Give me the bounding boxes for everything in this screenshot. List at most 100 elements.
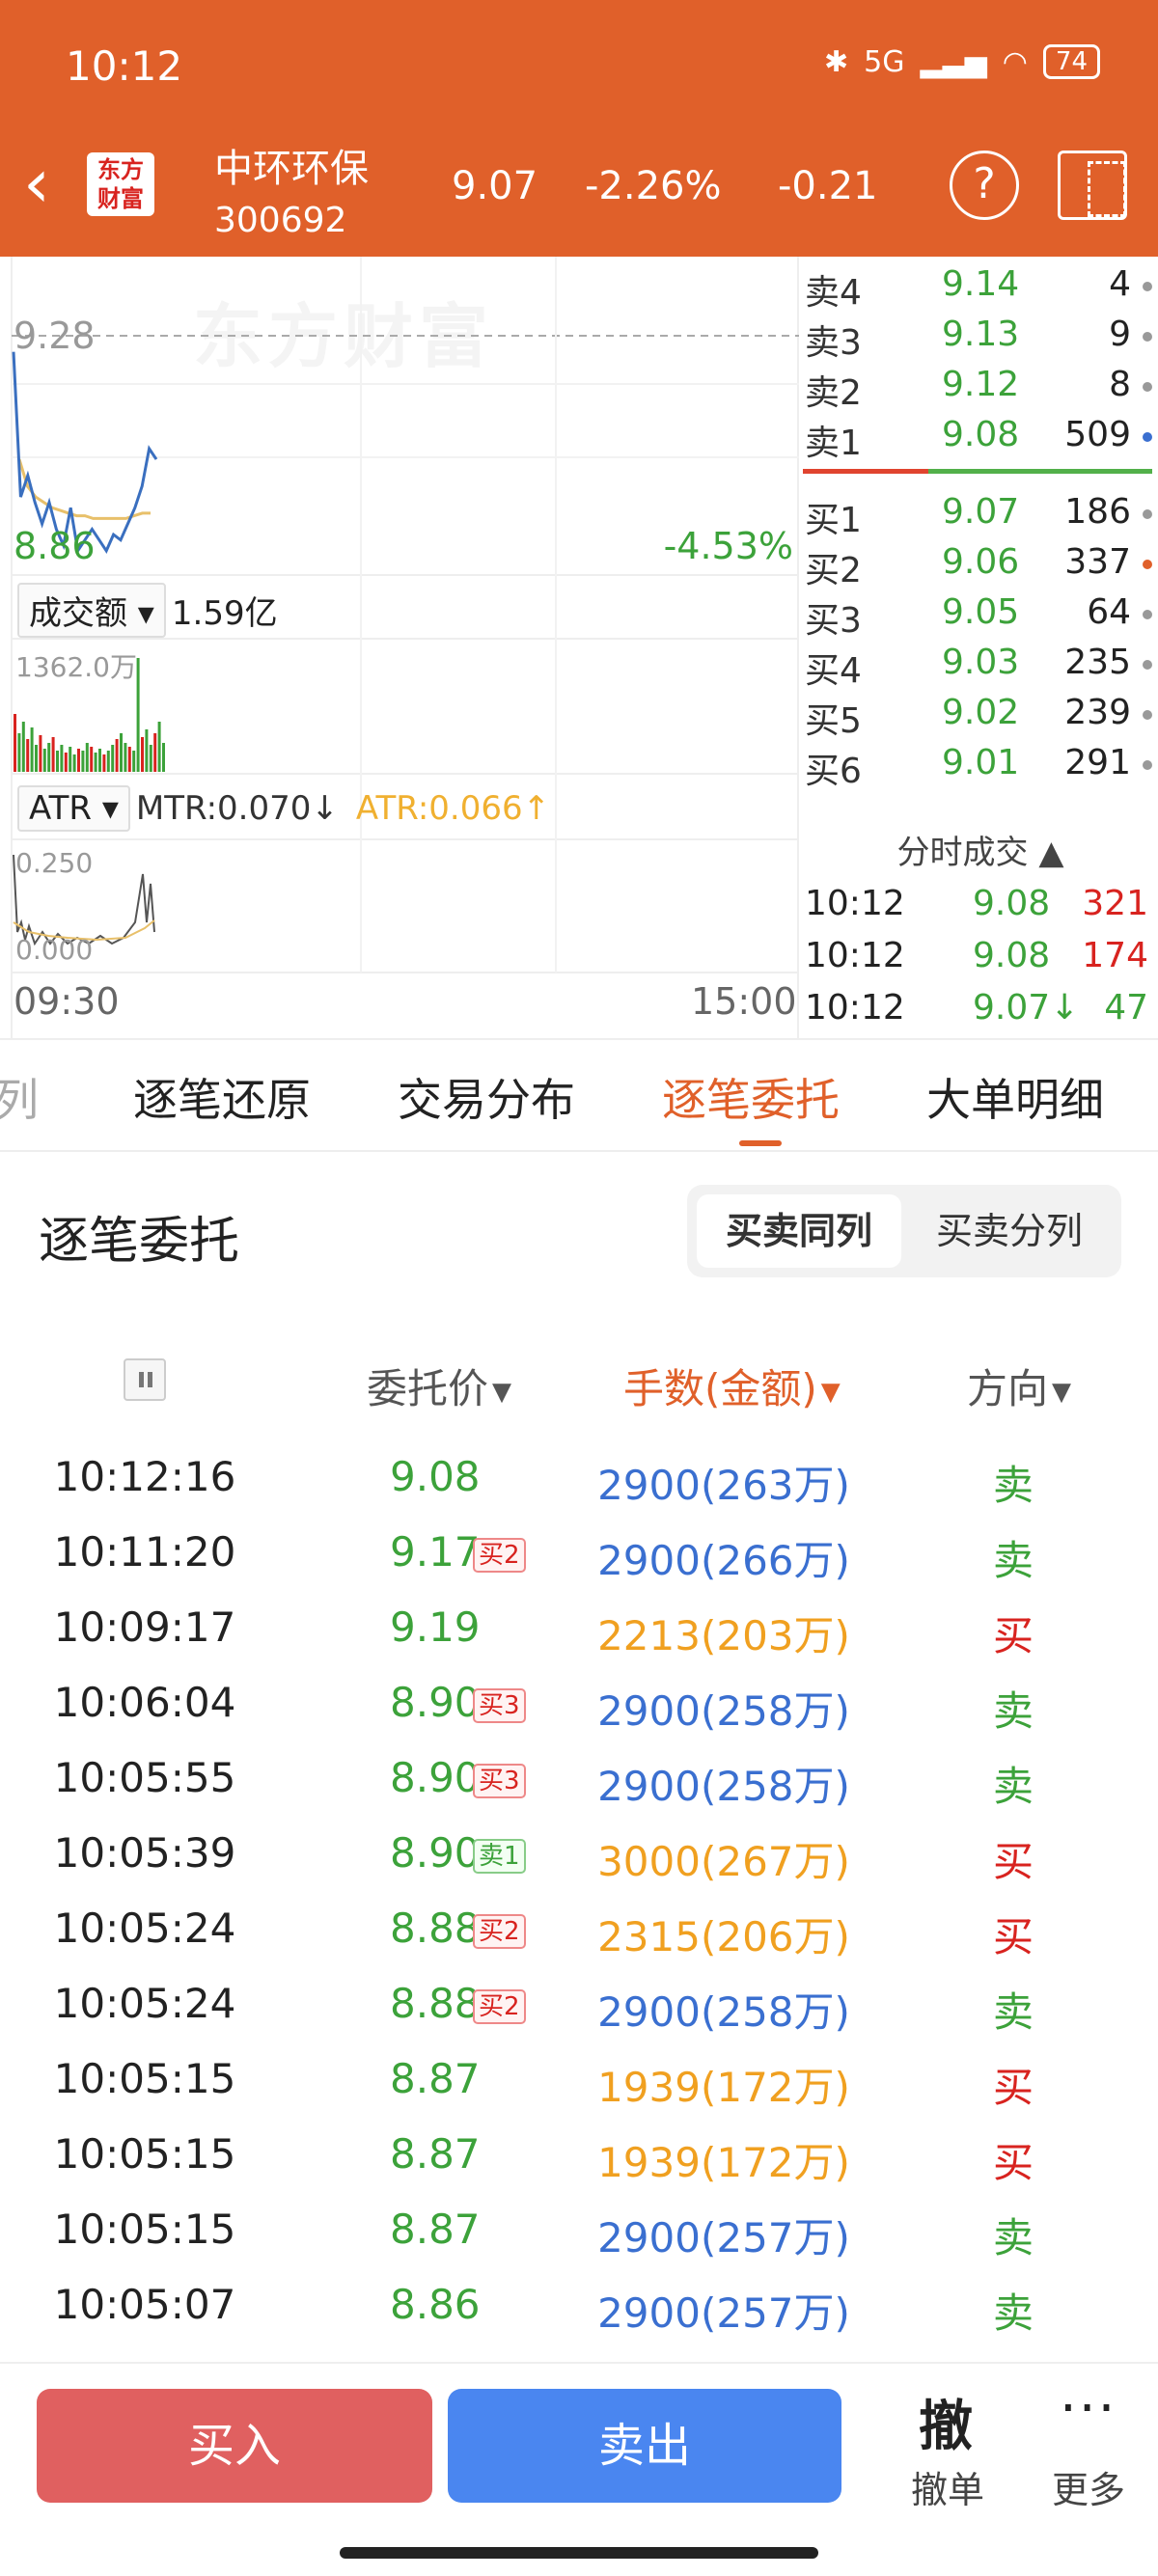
help-icon[interactable]: ?: [950, 151, 1019, 220]
order-row[interactable]: 10:05:24 8.88 买2 2900(258万) 卖: [0, 1980, 1158, 2055]
level-tag: 买2: [473, 1914, 526, 1949]
active-tab-indicator: [739, 1140, 782, 1146]
order-row[interactable]: 10:12:16 9.08 2900(263万) 卖: [0, 1453, 1158, 1528]
ask-marker: [1143, 332, 1152, 342]
order-row[interactable]: 10:05:39 8.90 卖1 3000(267万) 买: [0, 1829, 1158, 1905]
order-time: 10:05:15: [53, 2206, 236, 2253]
bid-label: 买6: [805, 752, 862, 791]
order-time: 10:06:04: [53, 1679, 236, 1726]
order-amount: 2900(266万): [597, 1537, 850, 1584]
order-amount: 2900(263万): [597, 1462, 850, 1509]
order-row[interactable]: 10:05:15 8.87 2900(257万) 卖: [0, 2206, 1158, 2281]
order-direction: 卖: [992, 1988, 1034, 2036]
ask-row[interactable]: 卖1 9.08 509: [803, 415, 1158, 465]
more-label[interactable]: 更多: [1052, 2460, 1125, 2513]
ask-row[interactable]: 卖4 9.14 4: [803, 264, 1158, 315]
sell-button[interactable]: 卖出: [448, 2389, 841, 2503]
app-logo: 东方财富: [87, 152, 154, 216]
order-row[interactable]: 10:05:15 8.87 1939(172万) 买: [0, 2055, 1158, 2130]
order-price: 9.19: [390, 1603, 481, 1651]
trade-price: 9.08: [973, 884, 1051, 923]
indicator-bottom: 0.000: [15, 934, 94, 966]
stock-code: 300692: [214, 201, 347, 240]
tab-partial[interactable]: 列: [0, 1065, 39, 1129]
back-icon[interactable]: ‹: [23, 150, 50, 217]
indicator-select[interactable]: ATR ▾: [17, 785, 130, 832]
more-icon[interactable]: ···: [1060, 2377, 1117, 2440]
order-row[interactable]: 10:05:15 8.87 1939(172万) 买: [0, 2130, 1158, 2206]
bid-label: 买4: [805, 651, 862, 691]
volume-bar: [94, 753, 97, 772]
bid-row[interactable]: 买6 9.01 291: [803, 743, 1158, 793]
tab-tick-restore[interactable]: 逐笔还原: [133, 1065, 311, 1129]
bid-row[interactable]: 买2 9.06 337: [803, 542, 1158, 592]
order-row[interactable]: 10:06:04 8.90 买3 2900(258万) 卖: [0, 1679, 1158, 1754]
order-direction: 买: [992, 1838, 1034, 1885]
status-time: 10:12: [66, 42, 183, 90]
trade-volume: 174: [1082, 936, 1148, 975]
bid-marker: [1143, 660, 1152, 670]
ask-marker: [1143, 282, 1152, 291]
volume-bar: [136, 658, 140, 772]
order-direction: 买: [992, 2064, 1034, 2111]
col-price-label: 委托价: [367, 1365, 489, 1412]
order-row[interactable]: 10:09:17 9.19 2213(203万) 买: [0, 1603, 1158, 1679]
col-direction-label: 方向: [967, 1365, 1049, 1412]
tab-tick-orders[interactable]: 逐笔委托: [662, 1065, 840, 1129]
level-tag: 买3: [473, 1764, 526, 1798]
order-amount: 2900(258万): [597, 1988, 850, 2036]
ask-price: 9.08: [942, 415, 1020, 454]
volume-max: 1362.0万: [15, 651, 137, 683]
order-price: 8.87: [390, 2055, 481, 2102]
order-amount: 1939(172万): [597, 2064, 850, 2111]
order-direction: 卖: [992, 1687, 1034, 1735]
order-direction: 卖: [992, 1462, 1034, 1509]
cancel-order-label[interactable]: 撤单: [911, 2460, 984, 2513]
tab-large-orders[interactable]: 大单明细: [926, 1065, 1104, 1129]
signal-icon: ▂▃▅: [920, 44, 987, 79]
col-amount-label: 手数(金额): [623, 1365, 817, 1412]
order-price: 8.90: [390, 1754, 481, 1801]
ask-row[interactable]: 卖3 9.13 9: [803, 315, 1158, 365]
bid-row[interactable]: 买3 9.05 64: [803, 592, 1158, 643]
pause-icon[interactable]: [124, 1358, 166, 1401]
tab-trade-distribution[interactable]: 交易分布: [398, 1065, 575, 1129]
trade-time: 10:12: [805, 884, 905, 923]
bid-marker: [1143, 509, 1152, 519]
buy-button[interactable]: 买入: [37, 2389, 432, 2503]
cancel-order-icon[interactable]: 撤: [919, 2383, 973, 2461]
same-column-button[interactable]: 买卖同列: [697, 1194, 901, 1268]
time-end: 15:00: [691, 980, 797, 1023]
split-column-button[interactable]: 买卖分列: [907, 1194, 1112, 1268]
atr-value: ATR:0.066↑: [355, 789, 551, 828]
order-price: 9.08: [390, 1453, 481, 1500]
order-row[interactable]: 10:05:07 8.86 2900(257万) 卖: [0, 2281, 1158, 2356]
ask-row[interactable]: 卖2 9.12 8: [803, 365, 1158, 415]
order-amount: 2900(258万): [597, 1763, 850, 1810]
time-start: 09:30: [14, 980, 120, 1023]
home-indicator: [340, 2547, 818, 2559]
ask-volume: 509: [1064, 415, 1131, 454]
col-price-header[interactable]: 委托价 ▼: [367, 1357, 511, 1415]
level-tag: 卖1: [473, 1839, 526, 1874]
split-screen-icon[interactable]: [1058, 151, 1127, 220]
order-row[interactable]: 10:11:20 9.17 买2 2900(266万) 卖: [0, 1528, 1158, 1603]
col-amount-header[interactable]: 手数(金额) ▼: [623, 1357, 841, 1415]
col-direction-header[interactable]: 方向 ▼: [967, 1357, 1071, 1415]
volume-select[interactable]: 成交额 ▾: [17, 582, 166, 638]
bid-row[interactable]: 买5 9.02 239: [803, 693, 1158, 743]
tick-trades-title[interactable]: 分时成交 ▲: [803, 826, 1158, 873]
order-amount: 2213(203万): [597, 1612, 850, 1659]
order-time: 10:09:17: [53, 1603, 236, 1651]
ask-marker: [1143, 432, 1152, 442]
bid-row[interactable]: 买4 9.03 235: [803, 643, 1158, 693]
order-row[interactable]: 10:05:55 8.90 买3 2900(258万) 卖: [0, 1754, 1158, 1829]
bid-label: 买3: [805, 601, 862, 641]
volume-bar: [60, 745, 64, 772]
ask-label: 卖2: [805, 373, 862, 413]
order-row[interactable]: 10:05:24 8.88 买2 2315(206万) 买: [0, 1905, 1158, 1980]
order-amount: 2315(206万): [597, 1913, 850, 1960]
stock-name: 中环环保: [214, 147, 369, 191]
bid-row[interactable]: 买1 9.07 186: [803, 492, 1158, 542]
ask-volume: 4: [1109, 264, 1131, 304]
